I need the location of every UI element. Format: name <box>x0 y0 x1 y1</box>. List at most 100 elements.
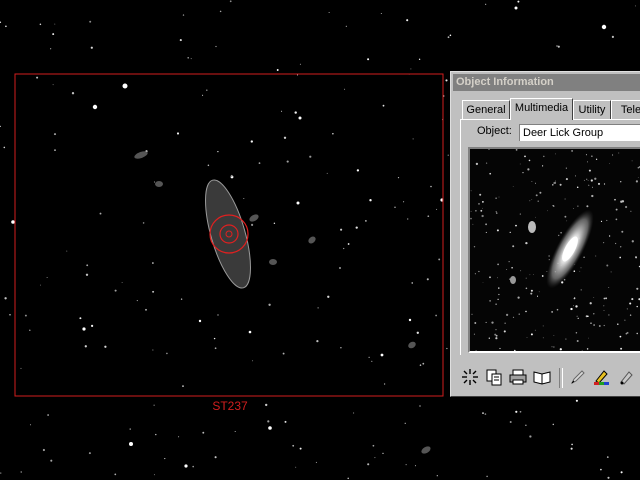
star <box>419 405 421 407</box>
photo-star <box>595 158 598 160</box>
star <box>435 314 437 317</box>
star <box>316 339 319 343</box>
photo-star <box>489 300 491 302</box>
photo-star <box>475 210 477 212</box>
photo-star <box>522 171 524 174</box>
star <box>50 48 52 50</box>
scroll-icon[interactable] <box>615 366 637 388</box>
star <box>601 24 607 30</box>
star <box>571 443 573 446</box>
tab-multimedia[interactable]: Multimedia <box>510 98 573 120</box>
edit-color-icon[interactable] <box>591 366 613 388</box>
star <box>326 172 328 174</box>
star <box>380 353 384 357</box>
star <box>273 222 276 224</box>
star <box>179 39 182 42</box>
photo-star <box>609 163 611 164</box>
photo-star <box>529 274 531 276</box>
star <box>344 88 346 90</box>
object-information-window[interactable]: Object Information General Multimedia Ut… <box>450 71 640 397</box>
photo-star <box>598 325 601 327</box>
star <box>11 220 15 224</box>
star <box>90 324 94 328</box>
crosshair-icon[interactable] <box>459 366 481 388</box>
photo-star <box>482 207 483 209</box>
photo-star <box>586 205 589 208</box>
star <box>284 420 287 423</box>
photo-star <box>619 180 622 183</box>
photo-star <box>605 297 608 300</box>
star <box>214 347 217 350</box>
star <box>436 208 438 210</box>
star <box>190 58 192 60</box>
photo-star <box>552 184 554 186</box>
photo-star <box>606 219 608 221</box>
tab-general[interactable]: General <box>462 100 510 119</box>
photo-star <box>504 322 506 324</box>
star <box>24 314 27 317</box>
star <box>525 424 527 426</box>
star <box>129 442 133 446</box>
star <box>447 154 449 156</box>
book-icon[interactable] <box>531 366 553 388</box>
star <box>9 313 11 316</box>
photo-star <box>505 313 509 317</box>
star <box>54 23 56 25</box>
photo-star <box>573 270 576 272</box>
photo-star <box>597 182 601 185</box>
photo-star <box>620 200 623 203</box>
star <box>426 278 429 281</box>
star <box>79 317 82 320</box>
star <box>243 197 245 200</box>
star <box>519 410 522 413</box>
photo-star <box>548 259 550 261</box>
star <box>427 215 430 218</box>
star <box>85 273 89 276</box>
star <box>251 223 254 226</box>
star <box>153 181 155 183</box>
star <box>372 444 375 447</box>
photo-star <box>495 211 497 213</box>
star <box>509 421 512 423</box>
photo-star <box>534 329 536 331</box>
photo-star <box>555 180 556 182</box>
star <box>404 422 406 424</box>
star <box>552 423 555 426</box>
photo-star <box>471 313 473 315</box>
star <box>142 222 145 224</box>
selected-galaxy[interactable] <box>196 175 260 292</box>
photo-star <box>559 348 562 351</box>
window-title[interactable]: Object Information <box>453 74 640 91</box>
photo-star <box>489 172 492 175</box>
star <box>180 298 183 300</box>
object-name-field[interactable]: Deer Lick Group <box>519 124 640 141</box>
star <box>71 92 75 95</box>
photo-star <box>475 162 479 166</box>
pencil-icon[interactable] <box>567 366 589 388</box>
photo-star <box>594 177 597 180</box>
star <box>575 399 578 402</box>
copy-icon[interactable] <box>483 366 505 388</box>
print-icon[interactable] <box>507 366 529 388</box>
star <box>29 424 32 426</box>
star <box>20 367 22 369</box>
photo-star <box>603 324 605 327</box>
photo-star <box>571 149 574 152</box>
photo-star <box>575 175 576 177</box>
photo-star <box>589 302 592 305</box>
star <box>54 149 56 151</box>
photo-star <box>482 282 484 283</box>
tab-telescope[interactable]: Tele <box>611 100 640 119</box>
photo-star <box>630 210 632 212</box>
photo-star <box>585 154 587 156</box>
photo-star <box>588 169 591 172</box>
photo-star <box>629 314 632 316</box>
star <box>397 176 400 179</box>
photo-star <box>512 245 515 248</box>
star <box>182 14 185 16</box>
photo-star <box>617 323 619 325</box>
tab-utility[interactable]: Utility <box>573 100 611 119</box>
star <box>99 212 102 215</box>
star <box>620 471 623 474</box>
photo-star <box>498 287 500 289</box>
